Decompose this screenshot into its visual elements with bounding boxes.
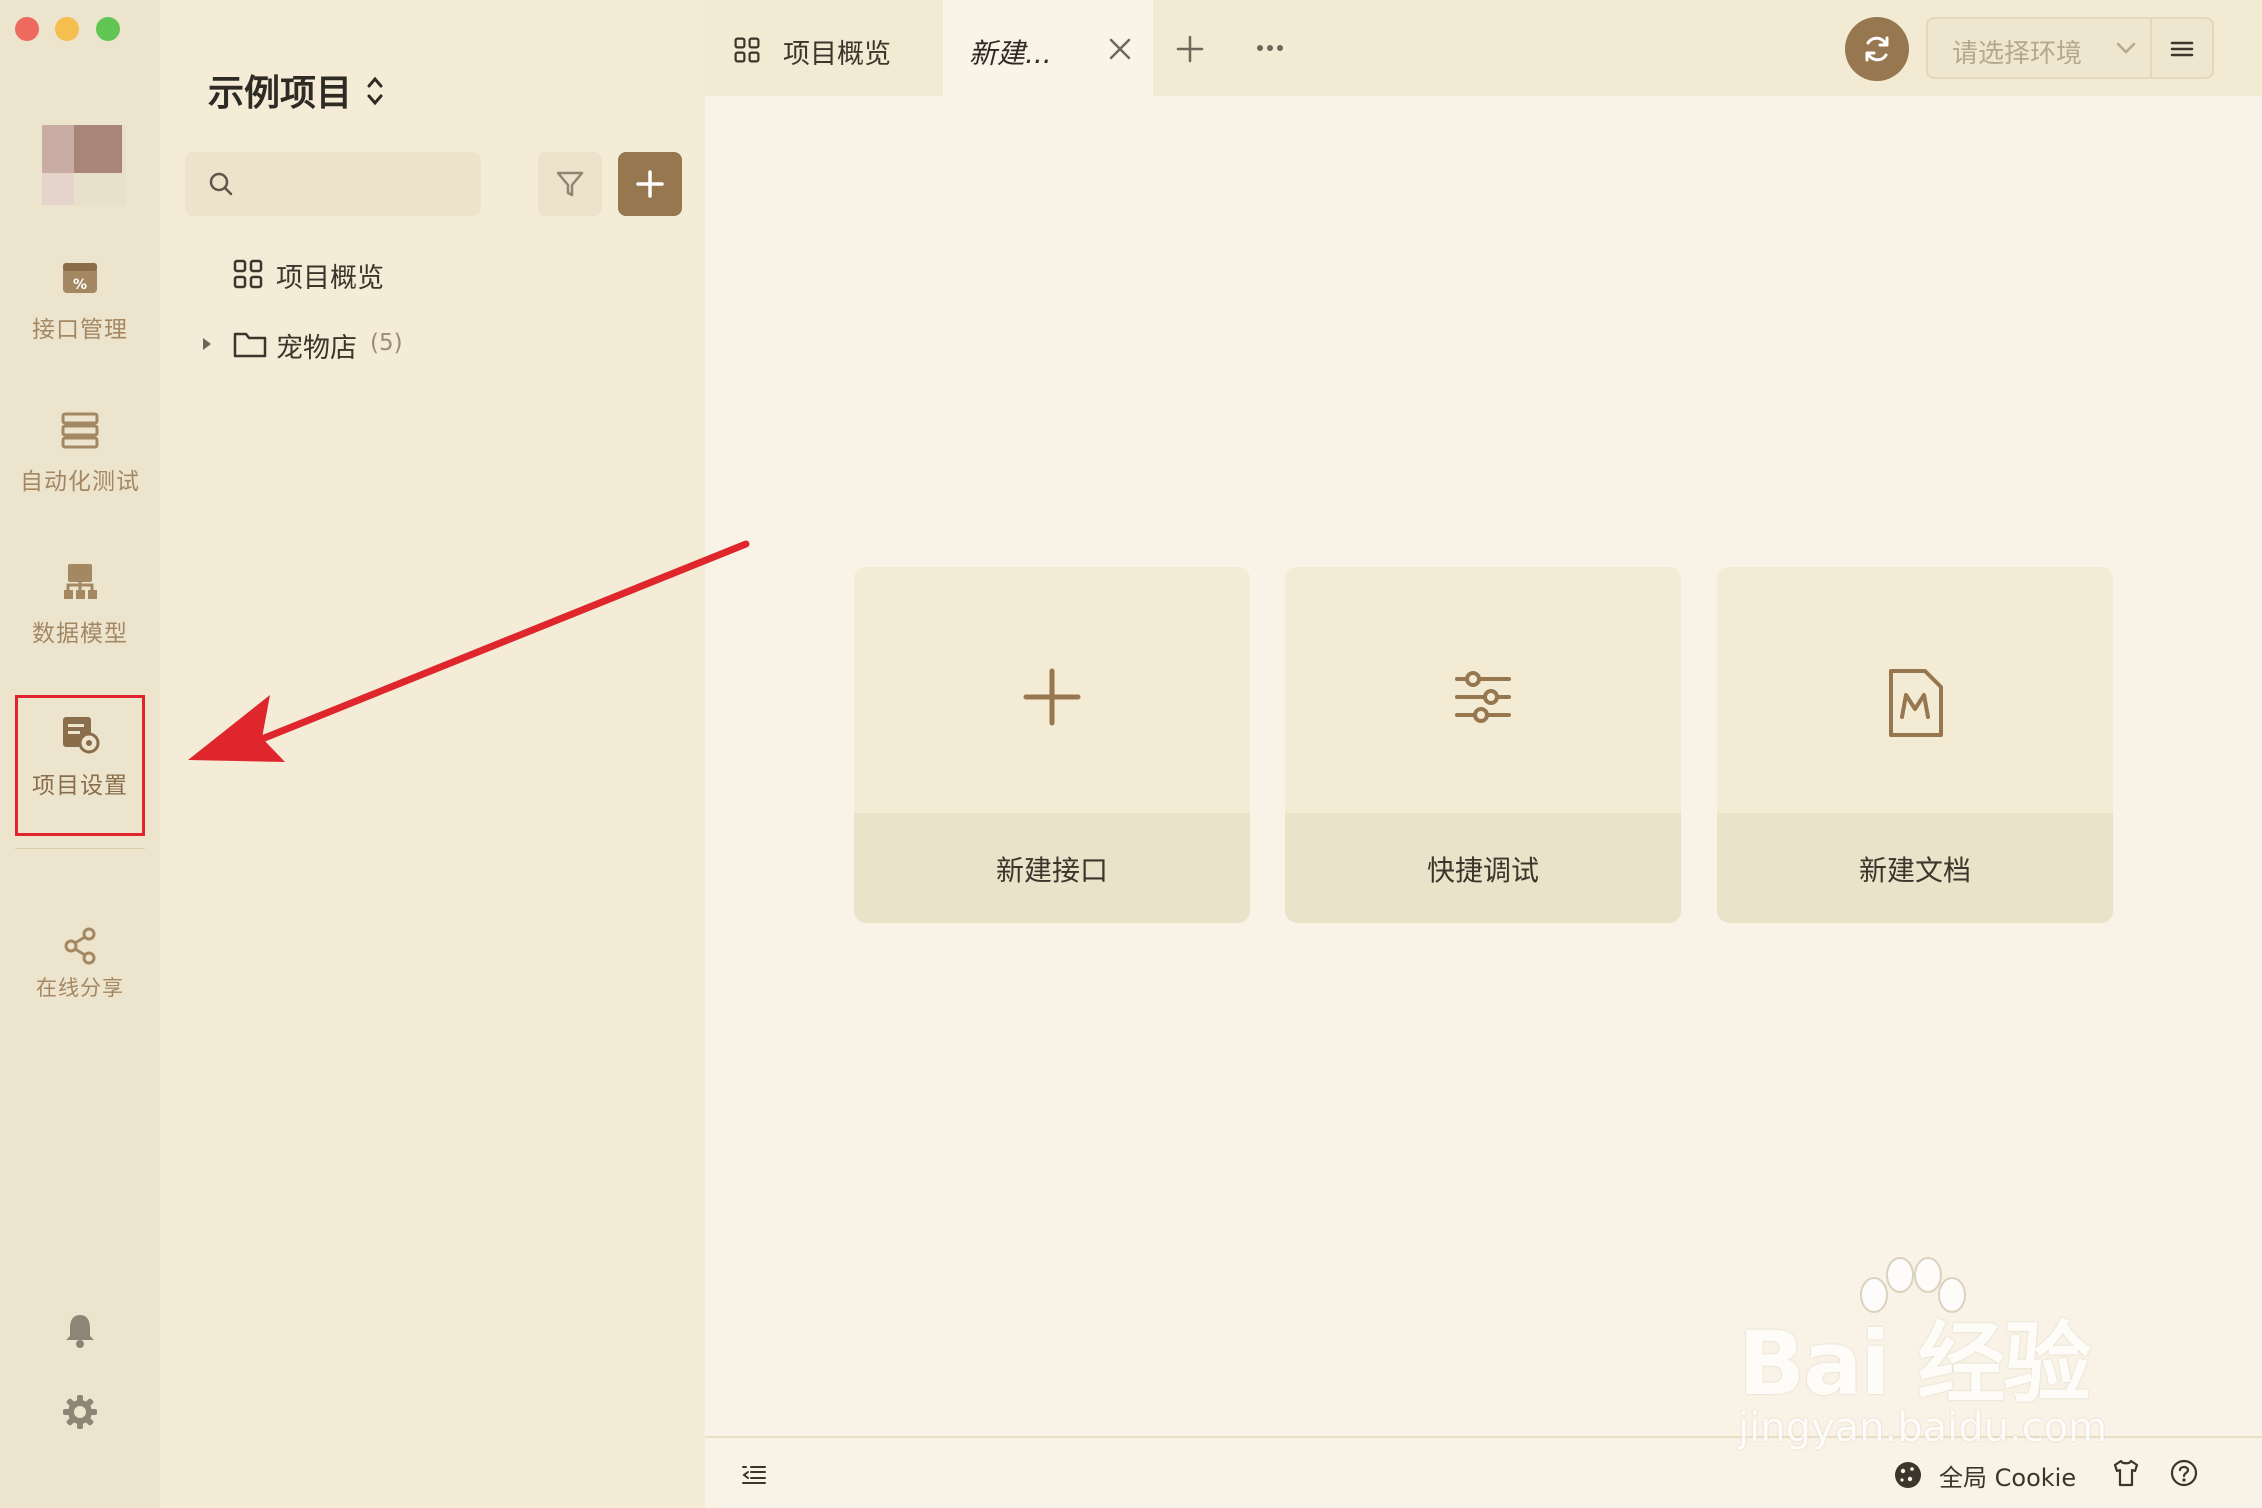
gear-icon[interactable]: [60, 1392, 100, 1432]
grid-icon: [734, 37, 760, 63]
sync-icon: [1865, 36, 1889, 62]
chevron-down-icon: [2116, 42, 2136, 54]
card-label: 快捷调试: [1426, 854, 1539, 887]
api-management-icon: %: [60, 258, 100, 298]
highlight-box: [15, 695, 145, 836]
tab-bar: 项目概览 新建... 请选择环境: [705, 0, 2262, 96]
bell-icon[interactable]: [60, 1310, 100, 1350]
tree-item-count: (5): [370, 330, 403, 356]
sync-button[interactable]: [1845, 17, 1909, 81]
search-input[interactable]: [185, 152, 481, 216]
environment-menu-button[interactable]: [2150, 17, 2214, 79]
tree-item-label: 宠物店: [276, 333, 357, 364]
card-label: 新建文档: [1858, 854, 1971, 887]
annotation-arrow-icon: [188, 540, 750, 762]
sidebar-item-data-model[interactable]: 数据模型: [0, 562, 160, 648]
card-footer: 快捷调试: [1285, 813, 1681, 923]
plus-icon: [1023, 668, 1081, 726]
watermark-url: jingyan.baidu.com: [1738, 1405, 2108, 1451]
add-button[interactable]: [618, 152, 682, 216]
tree-item-label: 项目概览: [276, 263, 384, 294]
theme-shirt-icon[interactable]: [2111, 1458, 2141, 1488]
card-footer: 新建文档: [1717, 813, 2113, 923]
filter-button[interactable]: [538, 152, 602, 216]
close-icon[interactable]: [1107, 36, 1133, 62]
plus-icon: [636, 170, 664, 198]
grid-icon: [233, 259, 263, 289]
cookie-icon: [1895, 1462, 1921, 1488]
window-minimize-button[interactable]: [55, 17, 79, 41]
divider: [15, 848, 145, 849]
avatar[interactable]: [42, 125, 126, 205]
help-icon[interactable]: [2169, 1458, 2199, 1488]
folder-icon: [233, 332, 267, 358]
environment-placeholder: 请选择环境: [1952, 39, 2083, 69]
sidebar-item-api-management[interactable]: % 接口管理: [0, 258, 160, 344]
sidebar-item-label: 在线分享: [36, 976, 124, 1000]
caret-right-icon[interactable]: [200, 336, 214, 352]
new-doc-card[interactable]: 新建文档: [1717, 567, 2113, 923]
new-api-card[interactable]: 新建接口: [854, 567, 1250, 923]
tab-overview[interactable]: 项目概览: [725, 0, 935, 96]
chevron-updown-icon[interactable]: [364, 74, 386, 108]
markdown-doc-icon: [1889, 669, 1943, 737]
project-title[interactable]: 示例项目: [208, 64, 352, 116]
add-tab-icon[interactable]: [1175, 34, 1205, 64]
global-cookie-label: 全局 Cookie: [1939, 1464, 2077, 1492]
sidebar-item-automation-test[interactable]: 自动化测试: [0, 410, 160, 496]
left-rail: % 接口管理 自动化测试 数据模型 项目设置 在线分享: [0, 0, 160, 1508]
main-content: 新建接口 快捷调试 新建文档: [705, 96, 2262, 1436]
collapse-sidebar-icon[interactable]: [741, 1462, 767, 1488]
menu-icon: [2170, 41, 2194, 57]
card-label: 新建接口: [995, 854, 1108, 887]
window-close-button[interactable]: [15, 17, 39, 41]
card-footer: 新建接口: [854, 813, 1250, 923]
quick-debug-card[interactable]: 快捷调试: [1285, 567, 1681, 923]
svg-text:%: %: [73, 277, 87, 293]
sidebar-item-share[interactable]: 在线分享: [0, 926, 160, 1002]
automation-test-icon: [60, 410, 100, 450]
search-icon: [209, 172, 233, 196]
tab-label: 项目概览: [783, 39, 891, 70]
share-icon: [60, 926, 100, 966]
watermark: Bai 经验 jingyan.baidu.com: [1730, 1255, 2150, 1455]
sidebar-item-label: 自动化测试: [20, 469, 140, 495]
more-icon[interactable]: [1255, 38, 1285, 58]
sliders-icon: [1455, 671, 1511, 723]
window-zoom-button[interactable]: [96, 17, 120, 41]
watermark-brand: Bai 经验: [1738, 1312, 2091, 1415]
environment-select[interactable]: 请选择环境: [1926, 17, 2150, 79]
data-model-icon: [60, 562, 100, 602]
tab-label: 新建...: [969, 37, 1052, 70]
sidebar-item-label: 数据模型: [32, 621, 128, 647]
tab-new[interactable]: 新建...: [943, 0, 1153, 96]
filter-icon: [556, 171, 584, 197]
sidebar-item-label: 接口管理: [32, 317, 128, 343]
